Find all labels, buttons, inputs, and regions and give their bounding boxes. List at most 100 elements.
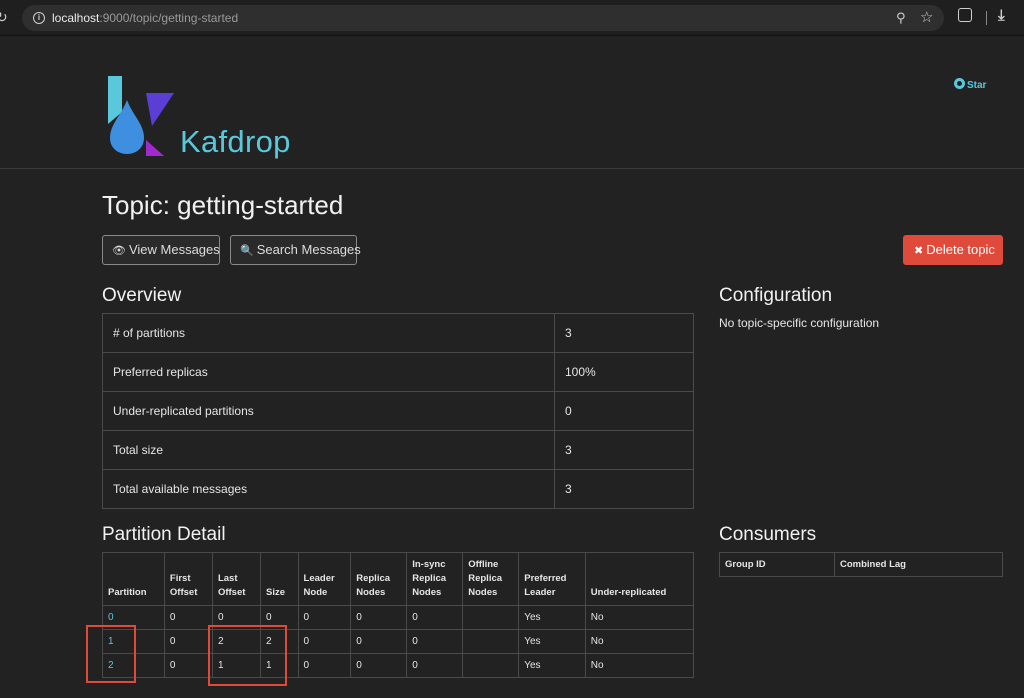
header-line: Size: [266, 587, 286, 598]
overview-value: 3: [554, 469, 694, 509]
table-cell: [462, 653, 520, 678]
table-row: 0 0 0 0 0 0 0 Yes No: [102, 605, 695, 630]
partition-detail-heading: Partition Detail: [102, 524, 226, 545]
overview-heading: Overview: [102, 285, 182, 306]
zoom-icon[interactable]: ⚲: [896, 10, 906, 26]
consumers-table: Group ID Combined Lag: [719, 552, 1003, 577]
highlight-box-offset-size: [208, 625, 287, 686]
column-header[interactable]: Group ID: [719, 552, 835, 577]
table-cell: [462, 605, 520, 630]
column-header[interactable]: In-sync Replica Nodes: [406, 552, 464, 606]
star-label: Star: [967, 80, 987, 91]
table-cell: 0: [297, 653, 352, 678]
table-row: Total size 3: [102, 430, 694, 470]
logo-lower-arm: [146, 140, 164, 156]
site-info-icon[interactable]: i: [33, 12, 45, 24]
table-row: Total available messages 3: [102, 469, 694, 509]
times-icon: ✖: [914, 245, 924, 257]
search-messages-button[interactable]: 🔍 Search Messages: [230, 235, 361, 265]
column-header[interactable]: First Offset: [163, 552, 213, 606]
overview-value: 3: [554, 430, 694, 470]
header-line: Replica: [468, 573, 503, 584]
column-header[interactable]: Replica Nodes: [350, 552, 408, 606]
configuration-text: No topic-specific configuration: [719, 316, 880, 330]
table-cell: 0: [297, 605, 352, 630]
partition-table: Partition First Offset Last Offset Size Le…: [102, 552, 695, 678]
column-header[interactable]: Combined Lag: [834, 552, 1003, 577]
delete-topic-button[interactable]: ✖ Delete topic: [903, 235, 1003, 265]
table-row: Under-replicated partitions 0: [102, 391, 694, 431]
github-star-link[interactable]: Star: [954, 78, 986, 91]
logo-upper-arm: [146, 93, 174, 126]
overview-label: # of partitions: [102, 313, 555, 353]
header-line: First: [169, 573, 191, 584]
consumers-heading: Consumers: [719, 524, 817, 545]
reload-icon[interactable]: ↻: [0, 9, 8, 26]
header-line: Partition: [108, 587, 147, 598]
brand-name[interactable]: Kafdrop: [180, 124, 291, 160]
toolbar-divider: [986, 11, 987, 25]
url-path: :9000/topic/getting-started: [99, 11, 239, 25]
address-url: localhost:9000/topic/getting-started: [52, 11, 238, 25]
table-header-row: Group ID Combined Lag: [719, 552, 1003, 577]
download-icon[interactable]: ⤓: [998, 7, 1005, 24]
table-row: Preferred replicas 100%: [102, 352, 694, 392]
header-line: Preferred: [524, 573, 567, 584]
table-cell: 0: [163, 605, 213, 630]
column-header[interactable]: Under-replicated: [584, 552, 695, 606]
header-line: Nodes: [468, 587, 498, 598]
eye-icon: 👁: [112, 245, 126, 257]
view-messages-label: View Messages: [128, 242, 220, 257]
bookmark-star-icon[interactable]: ☆: [920, 8, 933, 26]
column-header[interactable]: Offline Replica Nodes: [462, 552, 520, 606]
overview-value: 3: [554, 313, 694, 353]
column-header[interactable]: Preferred Leader: [518, 552, 586, 606]
header-line: Offset: [169, 587, 198, 598]
overview-label: Total size: [102, 430, 555, 470]
header-line: Nodes: [356, 587, 386, 598]
table-cell: 0: [163, 653, 213, 678]
table-cell: 0: [350, 653, 408, 678]
table-cell: Yes: [518, 605, 586, 630]
overview-table: # of partitions 3 Preferred replicas 100% …: [102, 313, 694, 509]
partition-link[interactable]: 0: [108, 612, 114, 623]
table-header-row: Partition First Offset Last Offset Size Le…: [102, 552, 695, 606]
table-cell: 0: [350, 629, 408, 654]
table-cell: Yes: [518, 653, 586, 678]
header-line: Replica: [356, 573, 391, 584]
table-cell: 0: [406, 629, 464, 654]
header-line: Leader: [524, 587, 556, 598]
table-cell: Yes: [518, 629, 586, 654]
extensions-icon[interactable]: [958, 8, 972, 22]
table-row: 1 0 2 2 0 0 0 Yes No: [102, 629, 695, 654]
table-cell: 0: [406, 605, 464, 630]
header-line: Leader: [303, 573, 335, 584]
configuration-heading: Configuration: [719, 285, 833, 306]
table-row: 2 0 1 1 0 0 0 Yes No: [102, 653, 695, 678]
table-cell: 0: [406, 653, 464, 678]
overview-label: Preferred replicas: [102, 352, 555, 392]
header-line: Replica: [412, 573, 447, 584]
view-messages-button[interactable]: 👁 View Messages: [102, 235, 220, 265]
header-line: Node: [303, 587, 328, 598]
column-header[interactable]: Leader Node: [297, 552, 352, 606]
header-line: Offset: [217, 587, 246, 598]
table-cell: 0: [297, 629, 352, 654]
header-line: Nodes: [412, 587, 442, 598]
overview-value: 100%: [554, 352, 694, 392]
overview-label: Under-replicated partitions: [102, 391, 555, 431]
address-bar[interactable]: i localhost:9000/topic/getting-started ⚲…: [22, 5, 944, 31]
overview-label: Total available messages: [102, 469, 555, 509]
browser-toolbar: ↻ i localhost:9000/topic/getting-started…: [0, 0, 1024, 36]
table-cell: No: [584, 605, 695, 630]
search-icon: 🔍: [240, 245, 254, 257]
table-cell: 0: [350, 605, 408, 630]
column-header[interactable]: Last Offset: [211, 552, 262, 606]
search-messages-label: Search Messages: [256, 242, 361, 257]
table-row: # of partitions 3: [102, 313, 694, 353]
highlight-box-partition: [86, 625, 136, 683]
column-header[interactable]: Partition: [102, 552, 165, 606]
column-header[interactable]: Size: [260, 552, 299, 606]
kafdrop-logo[interactable]: [106, 76, 176, 156]
page-title: Topic: getting-started: [102, 190, 344, 220]
